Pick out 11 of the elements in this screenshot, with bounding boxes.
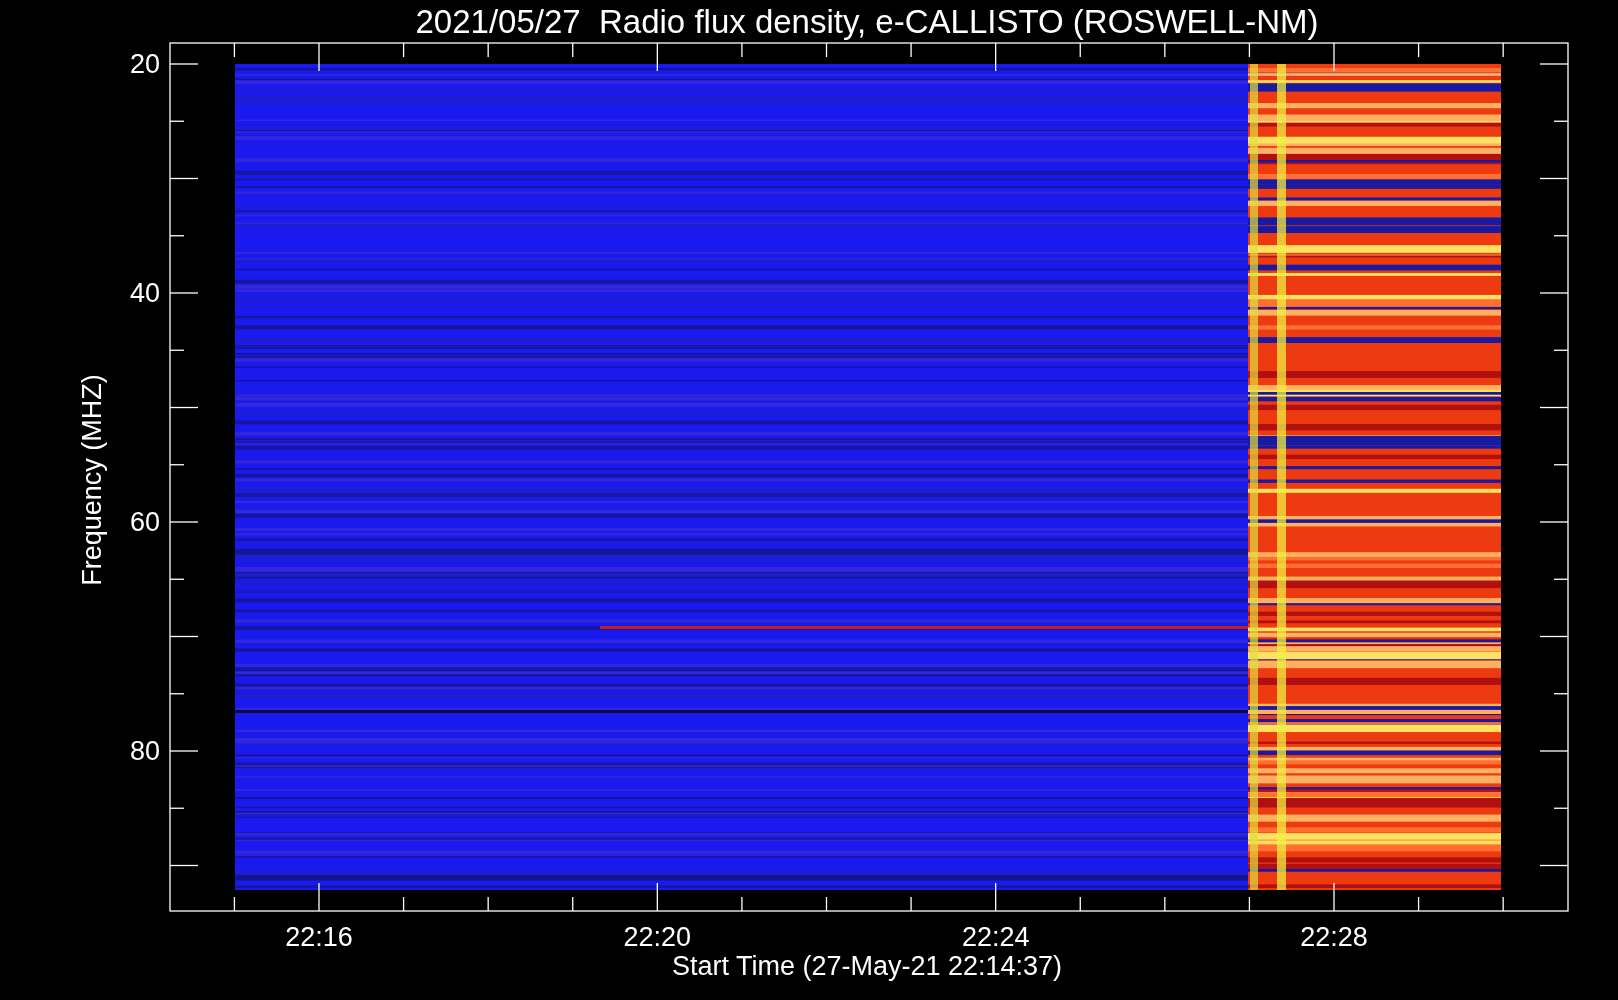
- x-axis-label: Start Time (27-May-21 22:14:37): [671, 951, 1063, 981]
- axis-tick-label: 40: [129, 278, 160, 308]
- y-axis-label: Frequency (MHZ): [77, 374, 107, 586]
- axis-tick-label: 22:24: [961, 922, 1030, 952]
- axis-tick-label: 22:16: [285, 922, 353, 952]
- axis-tick-label: 20: [129, 49, 160, 79]
- axis-tick-label: 60: [129, 507, 160, 537]
- chart-title: 2021/05/27 Radio flux density, e-CALLISTO (ROSWELL-NM): [415, 3, 1319, 40]
- axis-tick-label: 22:28: [1300, 922, 1368, 952]
- axis-tick-label: 22:20: [623, 922, 692, 952]
- axis-tick-label: 80: [129, 736, 160, 766]
